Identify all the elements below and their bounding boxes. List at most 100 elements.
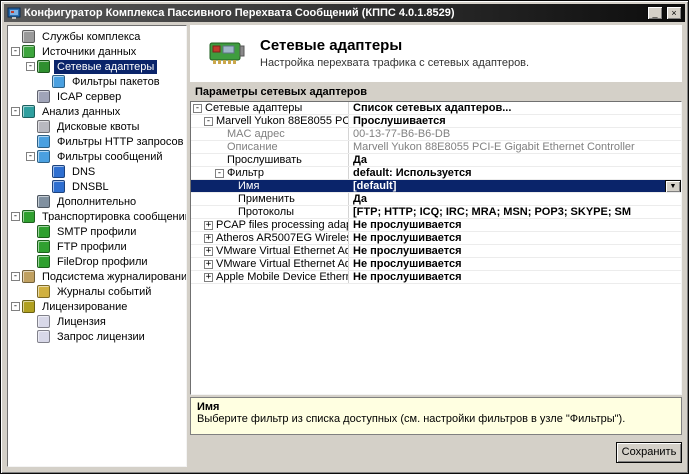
grid-value-label: 00-13-77-B6-B6-DB xyxy=(353,128,450,140)
grid-value-cell: default: Используется xyxy=(348,167,681,179)
grid-expander-plus-icon[interactable]: + xyxy=(204,234,213,243)
grid-name-label: Atheros AR5007EG Wireless Network Adapte… xyxy=(216,232,348,244)
tree-item-icap-server[interactable]: ICAP сервер xyxy=(8,89,186,104)
grid-row-pcap-adapter[interactable]: +PCAP files processing adapterНе прослуш… xyxy=(191,219,681,232)
grid-name-label: Имя xyxy=(238,180,259,192)
network-adapter-icon xyxy=(37,60,50,73)
property-grid: -Сетевые адаптерыСписок сетевых адаптеро… xyxy=(191,102,681,284)
tree-item-dns[interactable]: DNS xyxy=(8,164,186,179)
grid-row-filter-name[interactable]: Имя [default]▼ xyxy=(191,180,681,193)
grid-value-label: default: Используется xyxy=(353,167,472,179)
property-grid-container: -Сетевые адаптерыСписок сетевых адаптеро… xyxy=(190,101,682,395)
tree-expander-minus-icon[interactable]: - xyxy=(11,107,20,116)
tree-expander-minus-icon[interactable]: - xyxy=(26,152,35,161)
event-log-icon xyxy=(37,285,50,298)
grid-value-label: Не прослушивается xyxy=(353,271,462,283)
license-request-icon xyxy=(37,330,50,343)
grid-name-cell: +VMware Virtual Ethernet Adapter for VMn… xyxy=(191,258,348,270)
tree-item-disk-quotas[interactable]: Дисковые квоты xyxy=(8,119,186,134)
grid-name-cell: Описание xyxy=(191,141,348,153)
filedrop-icon xyxy=(37,255,50,268)
grid-value-cell: Marvell Yukon 88E8055 PCI-E Gigabit Ethe… xyxy=(348,141,681,153)
tree-item-license-request[interactable]: Запрос лицензии xyxy=(8,329,186,344)
tree-item-license[interactable]: Лицензия xyxy=(8,314,186,329)
tree-item-licensing[interactable]: -Лицензирование xyxy=(8,299,186,314)
tree-item-label: Фильтры сообщений xyxy=(54,150,165,164)
grid-expander-plus-icon[interactable]: + xyxy=(204,273,213,282)
save-button[interactable]: Сохранить xyxy=(616,442,682,463)
grid-value-cell: Да xyxy=(348,193,681,205)
grid-row-filter-protocols[interactable]: Протоколы[FTP; HTTP; ICQ; IRC; MRA; MSN;… xyxy=(191,206,681,219)
grid-row-mac-address[interactable]: MAC адрес00-13-77-B6-B6-DB xyxy=(191,128,681,141)
grid-row-filter[interactable]: -Фильтрdefault: Используется xyxy=(191,167,681,180)
grid-row-vmnet1-adapter[interactable]: +VMware Virtual Ethernet Adapter for VMn… xyxy=(191,245,681,258)
tree-item-event-logs[interactable]: Журналы событий xyxy=(8,284,186,299)
description-text: Выберите фильтр из списка доступных (см.… xyxy=(197,413,675,425)
tree-item-network-adapters[interactable]: - Сетевые адаптеры xyxy=(8,59,186,74)
tree-item-message-filters[interactable]: - Фильтры сообщений xyxy=(8,149,186,164)
tree-expander-minus-icon[interactable]: - xyxy=(26,62,35,71)
grid-expander-minus-icon[interactable]: - xyxy=(204,117,213,126)
services-icon xyxy=(22,30,35,43)
tree-item-ftp-profiles[interactable]: FTP профили xyxy=(8,239,186,254)
grid-value-cell: Не прослушивается xyxy=(348,258,681,270)
grid-row-vmnet8-adapter[interactable]: +VMware Virtual Ethernet Adapter for VMn… xyxy=(191,258,681,271)
tree-item-complex-services[interactable]: Службы комплекса xyxy=(8,29,186,44)
grid-row-apple-adapter[interactable]: +Apple Mobile Device Ethernet Не прослуши… xyxy=(191,271,681,284)
grid-row-filter-apply[interactable]: Применить Да xyxy=(191,193,681,206)
tree-item-message-transport[interactable]: -Транспортировка сообщений xyxy=(8,209,186,224)
tree-item-filedrop-profiles[interactable]: FileDrop профили xyxy=(8,254,186,269)
minimize-button[interactable]: _ xyxy=(647,6,663,20)
grid-expander-plus-icon[interactable]: + xyxy=(204,247,213,256)
tree-item-dnsbl[interactable]: DNSBL xyxy=(8,179,186,194)
grid-row-atheros-adapter[interactable]: +Atheros AR5007EG Wireless Network Adapt… xyxy=(191,232,681,245)
grid-row-marvell-adapter[interactable]: -Marvell Yukon 88E8055 PCI-E Gigabit Eth… xyxy=(191,115,681,128)
dns-globe-icon xyxy=(52,165,65,178)
grid-row-network-adapters[interactable]: -Сетевые адаптерыСписок сетевых адаптеро… xyxy=(191,102,681,115)
tree-item-label: Сетевые адаптеры xyxy=(54,60,157,74)
smtp-icon xyxy=(37,225,50,238)
journal-icon xyxy=(22,270,35,283)
grid-row-listen[interactable]: ПрослушиватьДа xyxy=(191,154,681,167)
close-button[interactable]: × xyxy=(666,6,682,20)
grid-name-cell: +VMware Virtual Ethernet Adapter for VMn… xyxy=(191,245,348,257)
tree-item-label: DNSBL xyxy=(69,180,112,194)
grid-name-label: Применить xyxy=(238,193,295,205)
window-title: Конфигуратор Комплекса Пассивного Перехв… xyxy=(24,7,644,19)
description-title: Имя xyxy=(197,401,675,413)
grid-name-label: Описание xyxy=(227,141,278,153)
tree-expander-minus-icon[interactable]: - xyxy=(11,212,20,221)
grid-name-cell: +PCAP files processing adapter xyxy=(191,219,348,231)
tree-expander-minus-icon[interactable]: - xyxy=(11,302,20,311)
tree-expander-minus-icon[interactable]: - xyxy=(11,272,20,281)
grid-expander-plus-icon[interactable]: + xyxy=(204,221,213,230)
grid-expander-minus-icon[interactable]: - xyxy=(215,169,224,178)
nav-tree: Службы комплекса-Источники данных-Сетевы… xyxy=(7,25,187,467)
tree-item-logging-subsystem[interactable]: -Подсистема журналирования xyxy=(8,269,186,284)
packet-filter-icon xyxy=(52,75,65,88)
dropdown-button[interactable]: ▼ xyxy=(665,180,681,192)
tree-item-additional[interactable]: Дополнительно xyxy=(8,194,186,209)
section-title: Параметры сетевых адаптеров xyxy=(190,81,682,101)
tree-item-data-sources[interactable]: -Источники данных xyxy=(8,44,186,59)
grid-value-cell: [default]▼ xyxy=(348,180,681,192)
grid-expander-plus-icon[interactable]: + xyxy=(204,260,213,269)
tree-item-label: Фильтры пакетов xyxy=(69,75,163,89)
tree-item-data-analysis[interactable]: -Анализ данных xyxy=(8,104,186,119)
http-filter-icon xyxy=(37,135,50,148)
tree-item-smtp-profiles[interactable]: SMTP профили xyxy=(8,224,186,239)
tree-expander-minus-icon[interactable]: - xyxy=(11,47,20,56)
grid-value-cell: Прослушивается xyxy=(348,115,681,127)
app-window: Конфигуратор Комплекса Пассивного Перехв… xyxy=(0,0,689,474)
grid-value-label: [FTP; HTTP; ICQ; IRC; MRA; MSN; POP3; SK… xyxy=(353,206,631,218)
grid-expander-minus-icon[interactable]: - xyxy=(193,104,202,113)
grid-name-label: Apple Mobile Device Ethernet xyxy=(216,271,348,283)
data-sources-icon xyxy=(22,45,35,58)
ftp-icon xyxy=(37,240,50,253)
grid-value-cell: Не прослушивается xyxy=(348,245,681,257)
title-bar[interactable]: Конфигуратор Комплекса Пассивного Перехв… xyxy=(4,4,685,22)
grid-row-description[interactable]: Описание Marvell Yukon 88E8055 PCI-E Giga… xyxy=(191,141,681,154)
tree-item-http-request-filters[interactable]: Фильтры HTTP запросов xyxy=(8,134,186,149)
bottom-bar: Сохранить xyxy=(190,435,682,467)
tree-item-packet-filters[interactable]: Фильтры пакетов xyxy=(8,74,186,89)
